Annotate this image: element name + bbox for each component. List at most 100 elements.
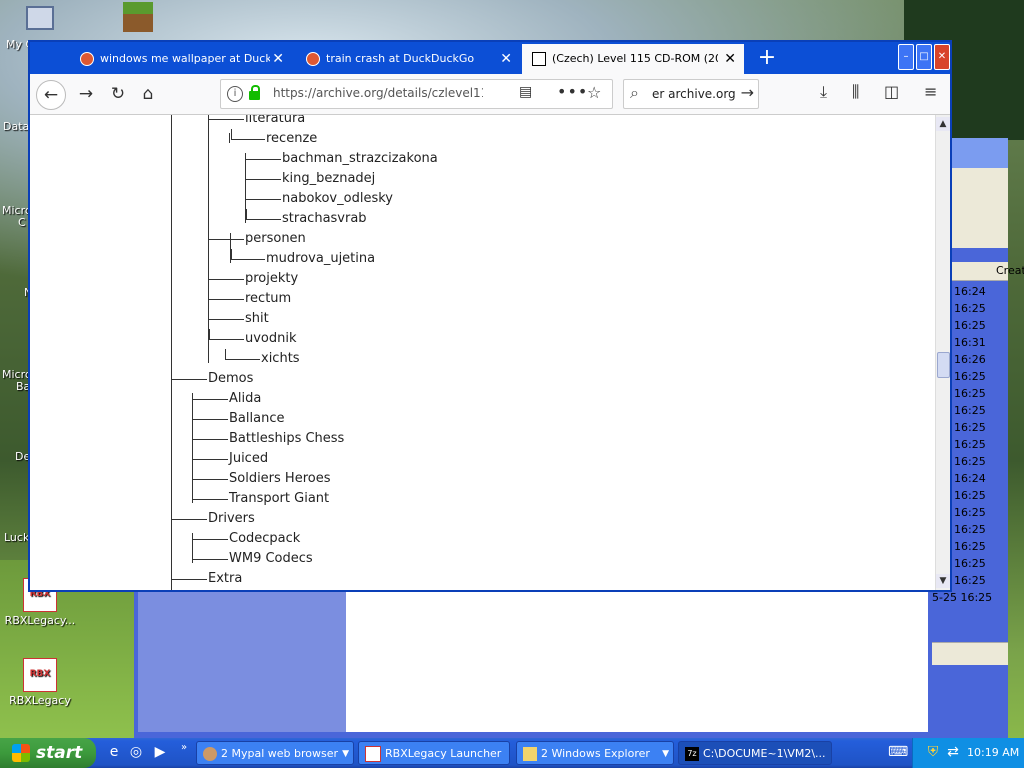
ie-icon[interactable]: e: [106, 744, 122, 760]
rbxlegacy-shortcut-icon: RBX: [23, 658, 57, 692]
tree-item[interactable]: shit: [245, 309, 269, 329]
browser-window[interactable]: windows me wallpaper at DuckDuc ✕ train …: [28, 40, 952, 592]
tree-item[interactable]: strachasvrab: [282, 209, 367, 229]
taskbar-item-rbxlegacy[interactable]: RBXLegacy Launcher: [358, 741, 510, 765]
grass-block-icon: [123, 2, 153, 32]
tree-item[interactable]: Drivers: [208, 509, 255, 529]
tree-item[interactable]: Soldiers Heroes: [229, 469, 331, 489]
tree-item[interactable]: Transport Giant: [229, 489, 329, 509]
reload-button[interactable]: ↻: [104, 80, 132, 108]
tree-guide-line: [246, 209, 247, 219]
tree-item[interactable]: Demos: [208, 369, 253, 389]
url-text[interactable]: https://archive.org/details/czlevel11: [273, 86, 483, 100]
quicklaunch-overflow-icon[interactable]: »: [176, 740, 192, 756]
tree-item[interactable]: Alida: [229, 389, 261, 409]
info-icon[interactable]: i: [227, 86, 243, 102]
tab-archive-level115[interactable]: (Czech) Level 115 CD-ROM (2004 ✕: [522, 44, 744, 74]
tree-item[interactable]: Codecpack: [229, 529, 300, 549]
close-window-button[interactable]: ✕: [934, 44, 950, 70]
tree-item[interactable]: uvodnik: [245, 329, 297, 349]
tree-item[interactable]: xichts: [261, 349, 300, 369]
tree-branch-line: [172, 579, 207, 580]
tree-item[interactable]: bachman_strazcizakona: [282, 149, 438, 169]
tree-item[interactable]: projekty: [245, 269, 298, 289]
browser-icon: [203, 747, 217, 761]
tree-item[interactable]: Battleships Chess: [229, 429, 344, 449]
tree-guide-line: [192, 393, 193, 503]
url-bar[interactable]: i https://archive.org/details/czlevel11 …: [220, 79, 613, 109]
desktop-icon-label[interactable]: Data: [3, 120, 29, 133]
tree-item[interactable]: king_beznadej: [282, 169, 375, 189]
page-content: literatura recenze bachman_strazcizakona ki…: [30, 115, 936, 590]
close-tab-icon[interactable]: ✕: [724, 44, 736, 74]
taskbar-item-explorer[interactable]: 2 Windows Explorer ▼: [516, 741, 674, 765]
chevron-down-icon: ▼: [342, 749, 349, 759]
archive-org-icon: [532, 52, 546, 66]
tree-item[interactable]: WM9 Codecs: [229, 549, 313, 569]
keyboard-icon[interactable]: ⌨: [888, 744, 908, 760]
tree-item[interactable]: recenze: [266, 129, 317, 149]
tree-item[interactable]: literatura: [245, 115, 305, 129]
taskbar-item-7zip[interactable]: 7z C:\DOCUME~1\VM2\...: [678, 741, 832, 765]
desktop-icon-rbxlegacy[interactable]: RBX RBXLegacy: [0, 658, 80, 707]
close-tab-icon[interactable]: ✕: [500, 44, 512, 74]
reader-view-icon[interactable]: ▤: [519, 84, 532, 100]
tree-guide-line: [209, 329, 210, 339]
tree-item[interactable]: mudrova_ujetina: [266, 249, 375, 269]
tree-branch-line: [192, 419, 228, 420]
navigation-toolbar: ← → ↻ ⌂ i https://archive.org/details/cz…: [30, 74, 950, 115]
windows-logo-icon: [12, 744, 30, 762]
tree-item[interactable]: Juiced: [229, 449, 268, 469]
desktop-icon-label[interactable]: Luck: [4, 531, 29, 544]
home-button[interactable]: ⌂: [134, 80, 162, 108]
page-actions-icon[interactable]: •••: [557, 82, 588, 101]
search-go-icon[interactable]: →: [741, 83, 754, 102]
7zip-icon: 7z: [685, 747, 699, 761]
task-label: C:\DOCUME~1\VM2\...: [703, 747, 826, 760]
explorer-statusbar: [932, 642, 1008, 665]
sidebar-icon[interactable]: ◫: [884, 82, 899, 101]
desktop-icon-minecraft[interactable]: [98, 2, 178, 34]
tree-item[interactable]: nabokov_odlesky: [282, 189, 393, 209]
scroll-down-icon[interactable]: ▼: [936, 574, 950, 588]
forward-button[interactable]: →: [72, 80, 100, 108]
download-icon[interactable]: ⤓: [820, 82, 827, 102]
vertical-scrollbar[interactable]: ▲ ▼: [935, 115, 950, 590]
chevron-down-icon: ▼: [662, 749, 669, 759]
tree-guide-line: [225, 349, 226, 359]
network-icon[interactable]: ⇄: [945, 744, 961, 760]
tree-branch-line: [209, 279, 244, 280]
search-input[interactable]: er archive.org: [652, 87, 736, 101]
desktop-icon-my-computer[interactable]: My C: [0, 2, 80, 51]
taskbar-item-mypal[interactable]: 2 Mypal web browser ▼: [196, 741, 354, 765]
folder-icon: [523, 747, 537, 761]
task-label: RBXLegacy Launcher: [385, 747, 502, 760]
security-shield-icon[interactable]: ⛨: [925, 744, 941, 760]
tab-train-crash-search[interactable]: train crash at DuckDuckGo ✕: [296, 44, 520, 74]
tree-branch-line: [192, 539, 228, 540]
tree-branch-line: [209, 119, 244, 120]
scrollbar-thumb[interactable]: [937, 352, 950, 378]
quicklaunch-icon[interactable]: ◎: [128, 744, 144, 760]
tree-item[interactable]: Ballance: [229, 409, 284, 429]
maximize-button[interactable]: □: [916, 44, 932, 70]
tree-item[interactable]: personen: [245, 229, 306, 249]
menu-icon[interactable]: ≡: [924, 82, 937, 101]
back-button[interactable]: ←: [36, 80, 66, 110]
taskbar: start e ◎ ▶ » 2 Mypal web browser ▼ RBXLe…: [0, 738, 1024, 768]
search-bar[interactable]: ⌕ er archive.org →: [623, 79, 759, 109]
new-tab-button[interactable]: +: [752, 44, 782, 72]
tree-branch-line: [246, 219, 281, 220]
bookmark-star-icon[interactable]: ☆: [587, 83, 601, 102]
desktop-icon-label[interactable]: C: [18, 216, 26, 229]
library-icon[interactable]: ⫼: [852, 82, 859, 102]
tree-item[interactable]: rectum: [245, 289, 291, 309]
start-button[interactable]: start: [0, 738, 96, 768]
clock[interactable]: 10:19 AM: [967, 746, 1019, 759]
scroll-up-icon[interactable]: ▲: [936, 117, 950, 131]
minimize-button[interactable]: –: [898, 44, 914, 70]
media-player-icon[interactable]: ▶: [152, 744, 168, 760]
close-tab-icon[interactable]: ✕: [272, 44, 284, 74]
tab-wallpaper-search[interactable]: windows me wallpaper at DuckDuc ✕: [70, 44, 292, 74]
tree-item[interactable]: Extra: [208, 569, 242, 589]
